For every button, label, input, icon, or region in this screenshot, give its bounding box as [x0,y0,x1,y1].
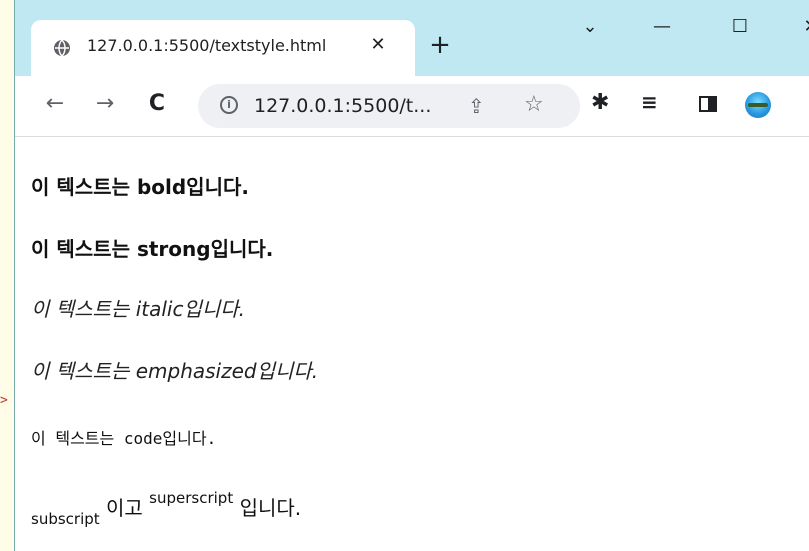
strong-line: 이 텍스트는 strong입니다. [31,233,273,262]
subsup-line: subscript 이고 superscript 입니다. [31,489,301,528]
extensions-icon[interactable]: ✱ [591,90,609,115]
close-icon[interactable]: ✕ [367,34,389,56]
bold-line-prefix: 이 텍스트는 [31,175,137,199]
browser-toolbar: ← → C i 127.0.0.1:5500/t... ⇪ ☆ ✱ ≡ [15,76,809,136]
emphasized-word: emphasized [135,359,257,383]
info-icon[interactable]: i [220,96,238,114]
side-panel-icon[interactable] [699,96,717,112]
code-line: 이 텍스트는 code입니다. [31,425,216,449]
italic-line-suffix: 입니다. [183,297,246,321]
code-line-suffix: 입니다. [162,429,217,448]
emphasized-line-prefix: 이 텍스트는 [31,359,136,383]
code-word: code [123,429,163,448]
maximize-icon[interactable]: ☐ [728,16,752,37]
chevron-down-icon[interactable]: ⌄ [578,16,602,37]
forward-icon[interactable]: → [91,90,119,118]
italic-word: italic [135,297,184,321]
subsup-middle: 이고 [99,496,150,520]
emphasized-line-suffix: 입니다. [256,359,319,383]
browser-window: 127.0.0.1:5500/textstyle.html ✕ + ⌄ — ☐ … [14,0,809,551]
emphasized-line: 이 텍스트는 emphasized입니다. [31,355,318,384]
title-bar: 127.0.0.1:5500/textstyle.html ✕ + ⌄ — ☐ … [15,0,809,76]
subsup-suffix: 입니다. [233,496,302,520]
minimize-icon[interactable]: — [650,16,674,37]
reading-list-icon[interactable]: ≡ [641,90,658,114]
profile-avatar[interactable] [745,92,771,118]
reload-icon[interactable]: C [143,90,171,118]
back-icon[interactable]: ← [41,90,69,118]
strong-line-suffix: 입니다. [210,237,274,261]
bold-line: 이 텍스트는 bold입니다. [31,171,249,200]
share-icon[interactable]: ⇪ [468,94,485,118]
bold-line-suffix: 입니다. [186,175,249,199]
background-editor-strip [0,0,14,551]
code-line-prefix: 이 텍스트는 [31,429,124,448]
superscript-text: superscript [149,489,234,507]
bold-word: bold [136,175,187,199]
star-icon[interactable]: ☆ [524,92,544,117]
tab-title: 127.0.0.1:5500/textstyle.html [87,36,327,55]
strong-word: strong [136,237,211,261]
italic-line: 이 텍스트는 italic입니다. [31,293,245,322]
strong-line-prefix: 이 텍스트는 [31,237,137,261]
close-window-icon[interactable]: ✕ [799,16,809,37]
subscript-text: subscript [31,510,100,528]
globe-icon [54,39,70,57]
plus-icon[interactable]: + [427,32,453,58]
italic-line-prefix: 이 텍스트는 [31,297,136,321]
page-content: 이 텍스트는 bold입니다. 이 텍스트는 strong입니다. 이 텍스트는… [15,137,809,551]
background-editor-fragment: > [0,393,8,408]
address-bar[interactable]: i 127.0.0.1:5500/t... ⇪ ☆ [198,84,580,128]
url-text[interactable]: 127.0.0.1:5500/t... [254,95,431,117]
